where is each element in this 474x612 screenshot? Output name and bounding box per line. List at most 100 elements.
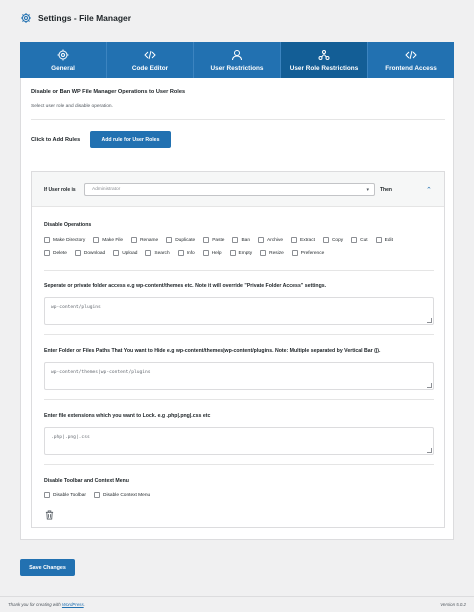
checkbox-label: Delete [53,250,67,256]
tab-label: User Role Restrictions [289,64,359,72]
checkbox-label: Help [211,250,222,256]
folder-access-textarea[interactable]: wp-content/plugins [44,297,434,325]
checkbox-box[interactable] [375,237,382,243]
page-title: Settings - File Manager [38,13,132,23]
role-select[interactable]: Administrator ▾ [84,183,375,196]
checkbox-label: Upload [122,250,138,256]
folder-access-label: Seperate or private folder access e.g wp… [44,283,327,289]
checkbox-box[interactable] [291,237,298,243]
checkbox-box[interactable] [93,237,100,243]
op-delete-checkbox[interactable]: Delete [44,250,67,256]
checkbox-label: Empty [238,250,253,256]
op-empty-checkbox[interactable]: Empty [229,250,253,256]
footer-thanks: Thank you for creating with WordPress. [8,602,85,607]
save-changes-button[interactable]: Save Changes [20,559,75,576]
add-rule-button[interactable]: Add rule for User Roles [90,131,171,148]
checkbox-box[interactable] [291,250,298,256]
hide-paths-textarea[interactable]: wp-content/themes|wp-content/plugins [44,362,434,390]
divider [31,119,445,120]
divider [44,334,434,335]
checkbox-box[interactable] [44,250,50,256]
op-make-file-checkbox[interactable]: Make File [93,237,123,243]
op-make-directory-checkbox[interactable]: Make Directory [44,237,85,243]
checkbox-box[interactable] [258,237,265,243]
op-preference-checkbox[interactable]: Preference [291,250,325,256]
checkbox-label: Make File [102,237,124,243]
op-resize-checkbox[interactable]: Resize [260,250,284,256]
footer-divider [0,596,474,597]
tab-user-restrictions[interactable]: User Restrictions [194,42,281,78]
tab-code-editor[interactable]: Code Editor [107,42,194,78]
footer-thanks-suffix: . [83,602,85,607]
checkbox-box[interactable] [113,250,120,256]
section-description: Select user role and disable operation. [31,104,113,109]
add-rules-label: Click to Add Rules [31,137,81,143]
checkbox-label: Info [186,250,195,256]
code-icon [144,50,156,59]
checkbox-box[interactable] [93,492,100,498]
op-copy-checkbox[interactable]: Copy [322,237,344,243]
checkbox-box[interactable] [44,492,50,498]
trash-icon[interactable] [45,510,54,520]
disable-context-menu-checkbox[interactable]: Disable Context Menu [93,492,150,498]
checkbox-label: Preference [300,250,325,256]
chevron-up-icon[interactable]: ⌃ [426,186,432,194]
resize-handle-icon[interactable] [427,318,432,323]
gear-icon [57,49,69,60]
checkbox-box[interactable] [203,237,210,243]
tab-frontend-access[interactable]: Frontend Access [368,42,454,78]
tab-label: User Restrictions [210,64,264,72]
lock-extensions-textarea[interactable]: .php|.png|.css [44,427,434,455]
footer-version: Version 5.0.2 [440,602,466,607]
divider [44,270,434,271]
op-download-checkbox[interactable]: Download [74,250,105,256]
folder-access-value: wp-content/plugins [51,305,101,310]
resize-handle-icon[interactable] [427,383,432,388]
tab-user-role-restrictions[interactable]: User Role Restrictions [281,42,368,78]
op-cut-checkbox[interactable]: Cut [351,237,368,243]
gear-icon [21,13,31,23]
disable-toolbar-checkbox[interactable]: Disable Toolbar [44,492,86,498]
checkbox-label: Edit [384,237,393,243]
hide-paths-label: Enter Folder or Files Paths That You wan… [44,348,381,354]
checkbox-label: Search [154,250,170,256]
checkbox-box[interactable] [166,237,173,243]
op-edit-checkbox[interactable]: Edit [375,237,393,243]
checkbox-box[interactable] [131,237,138,243]
checkbox-label: Rename [140,237,159,243]
toolbar-options: Disable Toolbar Disable Context Menu [44,492,158,498]
resize-handle-icon[interactable] [427,448,432,453]
tab-label: General [51,64,75,72]
user-icon [232,49,242,60]
op-upload-checkbox[interactable]: Upload [113,250,137,256]
checkbox-box[interactable] [202,250,209,256]
op-rename-checkbox[interactable]: Rename [131,237,158,243]
op-paste-checkbox[interactable]: Paste [203,237,224,243]
checkbox-box[interactable] [351,237,358,243]
checkbox-box[interactable] [145,250,152,256]
checkbox-box[interactable] [229,250,236,256]
checkbox-box[interactable] [44,237,50,243]
checkbox-box[interactable] [322,237,329,243]
checkbox-label: Cut [360,237,368,243]
tab-general[interactable]: General [20,42,107,78]
checkbox-box[interactable] [232,237,239,243]
op-ban-checkbox[interactable]: Ban [232,237,250,243]
checkbox-box[interactable] [177,250,184,256]
op-info-checkbox[interactable]: Info [177,250,195,256]
checkbox-label: Copy [331,237,344,243]
op-duplicate-checkbox[interactable]: Duplicate [166,237,195,243]
op-extract-checkbox[interactable]: Extract [291,237,315,243]
op-archive-checkbox[interactable]: Archive [258,237,283,243]
then-label: Then [380,187,392,193]
toolbar-label: Disable Toolbar and Context Menu [44,478,129,484]
wordpress-link[interactable]: WordPress [62,602,84,607]
section-title: Disable or Ban WP File Manager Operation… [31,89,186,95]
footer-thanks-prefix: Thank you for creating with [8,602,62,607]
checkbox-box[interactable] [74,250,81,256]
tab-label: Code Editor [131,64,169,72]
lock-extensions-label: Enter file extensions which you want to … [44,413,211,419]
checkbox-box[interactable] [260,250,267,256]
op-search-checkbox[interactable]: Search [145,250,170,256]
op-help-checkbox[interactable]: Help [202,250,222,256]
